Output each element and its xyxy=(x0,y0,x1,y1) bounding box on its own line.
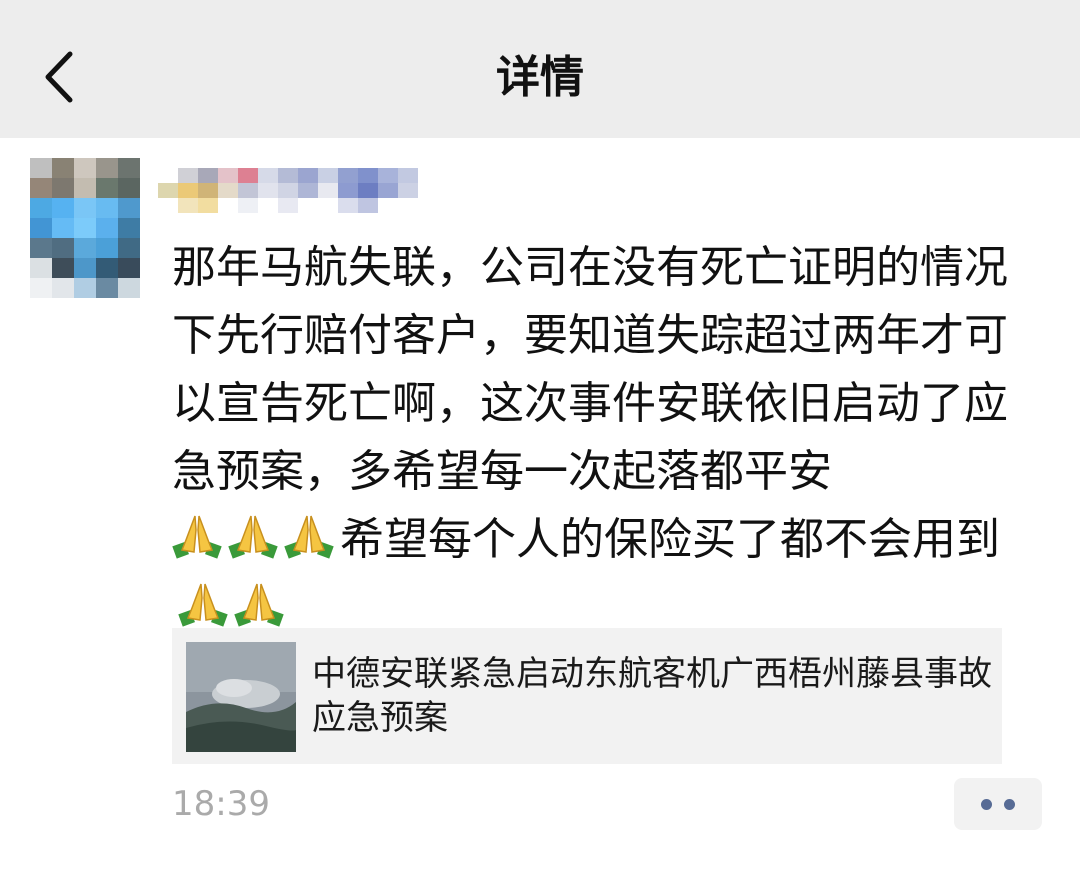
article-title: 中德安联紧急启动东航客机广西梧州藤县事故应急预案 xyxy=(312,654,992,738)
nickname-blurred xyxy=(158,168,418,214)
folded-hands-icon xyxy=(234,583,284,627)
top-bar: 详情 xyxy=(0,0,1080,138)
post-time: 18:39 xyxy=(172,784,270,824)
article-thumbnail xyxy=(186,642,296,752)
page-title: 详情 xyxy=(496,52,584,103)
folded-hands-icon xyxy=(178,583,228,627)
post-text-main: 那年马航失联，公司在没有死亡证明的情况下先行赔付客户，要知道失踪超过两年才可以宣… xyxy=(172,242,1008,497)
folded-hands-icon xyxy=(172,515,222,559)
post-body: 那年马航失联，公司在没有死亡证明的情况下先行赔付客户，要知道失踪超过两年才可以宣… xyxy=(172,234,1044,642)
more-button[interactable] xyxy=(954,778,1042,830)
post-text-wish: 希望每个人的保险买了都不会用到 xyxy=(340,514,1000,565)
shared-article-card[interactable]: 中德安联紧急启动东航客机广西梧州藤县事故应急预案 xyxy=(172,628,1002,764)
folded-hands-icon xyxy=(284,515,334,559)
folded-hands-icon xyxy=(228,515,278,559)
avatar[interactable] xyxy=(30,158,140,298)
